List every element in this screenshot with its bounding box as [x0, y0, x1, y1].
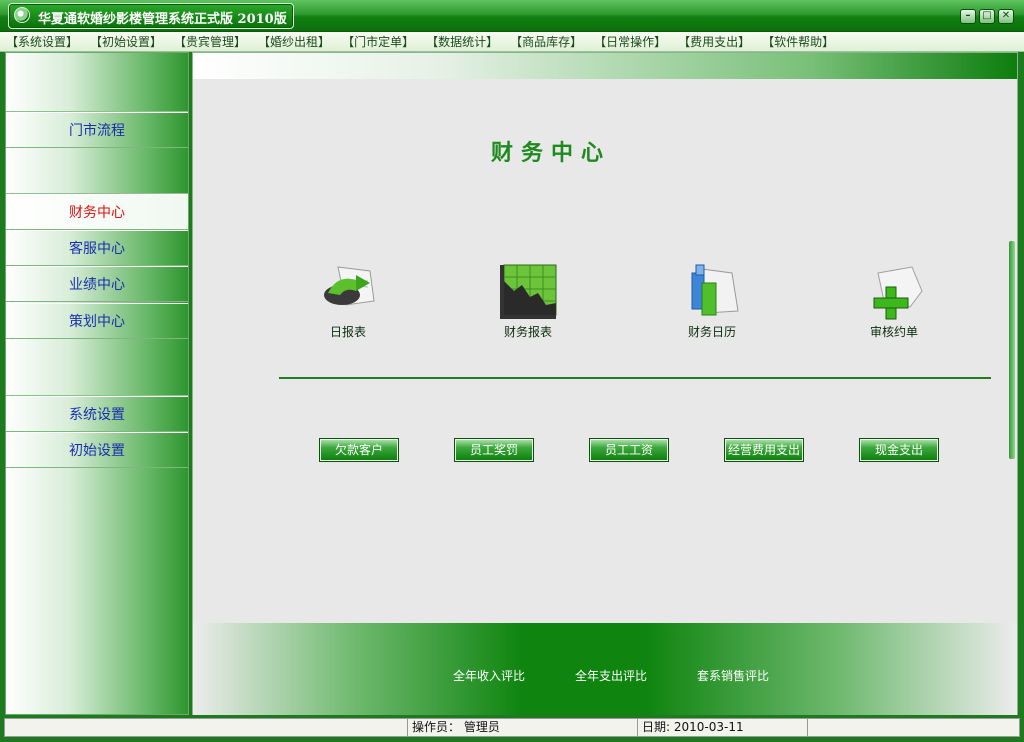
menu-bar: 【系统设置】 【初始设置】 【贵宾管理】 【婚纱出租】 【门市定单】 【数据统计…: [0, 32, 1024, 52]
maximize-button[interactable]: □: [979, 9, 995, 24]
finance-calendar-icon: [691, 264, 739, 316]
menu-expenses[interactable]: 【费用支出】: [678, 33, 750, 50]
cash-expenses-button[interactable]: 现金支出: [859, 438, 939, 462]
operator-label: 操作员：: [412, 720, 461, 734]
annual-expense-comparison-link[interactable]: 全年支出评比: [575, 667, 647, 684]
sidebar-item-customer-service[interactable]: 客服中心: [6, 230, 188, 266]
sidebar-item-planning[interactable]: 策划中心: [6, 303, 188, 339]
sidebar-item-initial-settings[interactable]: 初始设置: [6, 432, 188, 468]
window-title: 华夏通软婚纱影楼管理系统正式版 2010版: [38, 12, 287, 27]
sidebar-item-system-settings[interactable]: 系统设置: [6, 396, 188, 432]
daily-report-icon: [324, 266, 375, 306]
feature-review-order[interactable]: 审核约单: [839, 261, 949, 340]
sidebar-item-performance[interactable]: 业绩中心: [6, 266, 188, 302]
status-empty-cell: [807, 719, 1019, 736]
feature-financial-report[interactable]: 财务报表: [473, 261, 583, 340]
status-panel: 操作员： 管理员 日期: 2010-03-11: [4, 718, 1020, 737]
menu-help[interactable]: 【软件帮助】: [762, 33, 834, 50]
date-label: 日期:: [642, 720, 671, 734]
staff-rewards-button[interactable]: 员工奖罚: [454, 438, 534, 462]
main-panel: 财务中心 日报表 财务报表 财务日历 审核约单 欠款客户 员工奖罚 员工工资 经…: [192, 52, 1018, 715]
main-header-band: [193, 53, 1017, 79]
page-title: 财务中心: [491, 140, 612, 166]
sidebar-item-finance-center[interactable]: 财务中心: [6, 194, 188, 230]
menu-inventory[interactable]: 【商品库存】: [510, 33, 582, 50]
operator-value: 管理员: [463, 720, 500, 734]
close-button[interactable]: ✕: [998, 9, 1014, 24]
review-order-icon: [873, 266, 923, 320]
menu-data-statistics[interactable]: 【数据统计】: [426, 33, 498, 50]
sidebar: 门市流程 财务中心 客服中心 业绩中心 策划中心 系统设置 初始设置: [5, 52, 189, 715]
minimize-button[interactable]: –: [960, 9, 976, 24]
menu-store-orders[interactable]: 【门市定单】: [342, 33, 414, 50]
annual-income-comparison-link[interactable]: 全年收入评比: [453, 667, 525, 684]
status-bar: 操作员： 管理员 日期: 2010-03-11: [0, 716, 1024, 742]
arrears-customers-button[interactable]: 欠款客户: [319, 438, 399, 462]
section-divider: [279, 377, 991, 379]
title-bar: 华夏通软婚纱影楼管理系统正式版 2010版 – □ ✕: [0, 0, 1024, 32]
financial-chart-icon: [500, 264, 557, 319]
menu-daily-operations[interactable]: 【日常操作】: [594, 33, 666, 50]
menu-vip-management[interactable]: 【贵宾管理】: [174, 33, 246, 50]
menu-system-settings[interactable]: 【系统设置】: [6, 33, 78, 50]
menu-initial-settings[interactable]: 【初始设置】: [90, 33, 162, 50]
scrollbar[interactable]: [1009, 241, 1015, 459]
menu-dress-rental[interactable]: 【婚纱出租】: [258, 33, 330, 50]
package-sales-comparison-link[interactable]: 套系销售评比: [697, 667, 769, 684]
status-operator: 操作员： 管理员: [407, 719, 637, 736]
operating-expenses-button[interactable]: 经营费用支出: [724, 438, 804, 462]
staff-salary-button[interactable]: 员工工资: [589, 438, 669, 462]
app-logo-icon: [14, 7, 30, 23]
feature-finance-calendar[interactable]: 财务日历: [657, 261, 767, 340]
feature-daily-report[interactable]: 日报表: [293, 261, 403, 340]
date-value: 2010-03-11: [673, 720, 744, 734]
status-date: 日期: 2010-03-11: [637, 719, 807, 736]
sidebar-item-store-process[interactable]: 门市流程: [6, 112, 188, 148]
feature-label: 日报表: [329, 325, 366, 339]
feature-label: 财务日历: [687, 325, 736, 339]
feature-label: 财务报表: [503, 325, 552, 339]
feature-label: 审核约单: [869, 325, 918, 339]
